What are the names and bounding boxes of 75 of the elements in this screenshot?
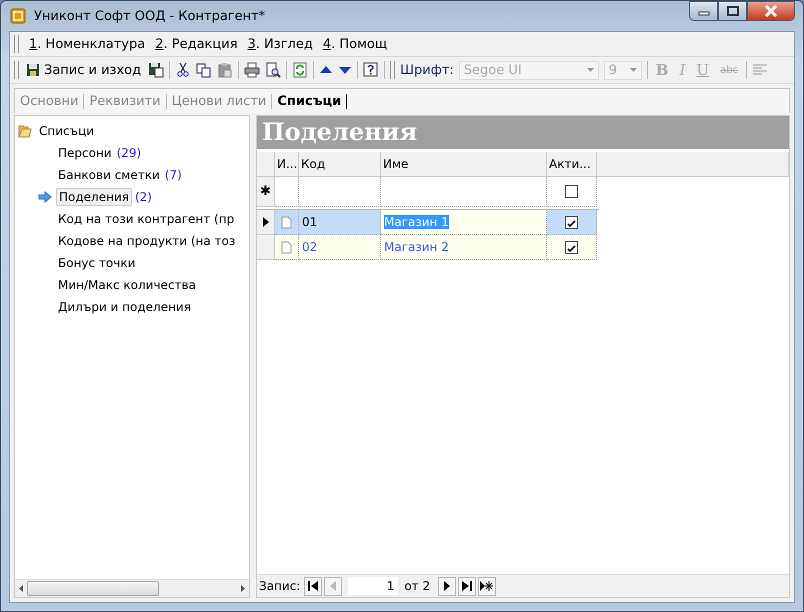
record-number-field[interactable]: 1 <box>348 577 398 595</box>
window-title: Униконт Софт ООД - Контрагент* <box>34 8 266 24</box>
column-header[interactable]: И... <box>275 152 299 177</box>
tree-item[interactable]: Поделения <box>56 188 132 206</box>
arrow-icon <box>38 191 52 203</box>
cell-text: Магазин 2 <box>384 240 449 254</box>
scroll-right-icon[interactable] <box>241 585 245 592</box>
paste-icon[interactable] <box>217 62 234 78</box>
checkmark-icon <box>567 242 576 252</box>
checkbox[interactable] <box>565 240 578 254</box>
save-new-icon[interactable] <box>148 62 164 78</box>
close-button[interactable] <box>747 1 795 21</box>
table-cell <box>275 177 299 207</box>
checkbox[interactable] <box>565 216 578 228</box>
item-count: (7) <box>164 168 182 182</box>
tree-item[interactable]: Мин/Макс количества <box>56 277 198 293</box>
cut-icon[interactable] <box>175 62 192 78</box>
table-cell: 01 <box>299 210 381 235</box>
tree-item[interactable]: Списъци <box>37 123 96 139</box>
section-title: Поделения <box>257 116 789 149</box>
app-icon <box>10 8 26 24</box>
dropdown-arrow-icon <box>630 68 637 72</box>
minimize-button[interactable] <box>689 1 718 21</box>
tree-item[interactable]: Банкови сметки <box>56 167 162 183</box>
checkmark-icon <box>567 218 576 226</box>
close-icon <box>764 5 778 17</box>
tree-item[interactable]: Дилъри и поделения <box>56 299 193 315</box>
item-count: (29) <box>116 146 142 160</box>
row-header[interactable] <box>257 210 275 235</box>
record-count: от 2 <box>404 579 430 593</box>
previous-icon <box>328 581 338 591</box>
menu-item[interactable]: 4. Помощ <box>322 36 388 52</box>
document-icon <box>281 240 292 254</box>
table-cell: 02 <box>299 235 381 260</box>
tree-item[interactable]: Код на този контрагент (пр <box>56 211 236 227</box>
record-label: Запис: <box>259 579 300 593</box>
scrollbar-thumb[interactable] <box>27 581 159 596</box>
document-icon <box>281 216 292 228</box>
item-count: (2) <box>134 190 152 204</box>
last-icon <box>462 581 472 591</box>
next-icon <box>442 581 452 591</box>
column-header[interactable]: Код <box>299 152 381 177</box>
horizontal-scrollbar[interactable] <box>15 579 249 597</box>
tab[interactable]: Списъци <box>272 94 348 108</box>
help-icon[interactable] <box>363 62 380 78</box>
table-row[interactable]: 01 Магазин 1 <box>257 210 789 235</box>
print-preview-icon[interactable] <box>265 62 282 78</box>
dropdown-arrow-icon <box>586 68 594 72</box>
new-record-icon <box>480 581 494 591</box>
menu-item[interactable]: 2. Редакция <box>155 36 238 52</box>
last-record-button[interactable] <box>458 576 476 596</box>
font-label: Шрифт: <box>400 62 454 78</box>
scroll-left-icon[interactable] <box>19 585 23 592</box>
save-exit-button[interactable]: Запис и изход <box>24 62 144 78</box>
print-icon[interactable] <box>244 62 260 78</box>
checkbox[interactable] <box>565 185 578 198</box>
next-record-button[interactable] <box>438 576 456 596</box>
tree-item[interactable]: Кодове на продукти (на тоз <box>56 233 238 249</box>
column-header[interactable]: Акти... <box>547 152 597 177</box>
first-icon <box>308 581 318 591</box>
cell-text: Магазин 1 <box>384 215 449 229</box>
copy-icon[interactable] <box>196 62 212 78</box>
first-record-button[interactable] <box>304 576 322 596</box>
maximize-icon <box>726 6 740 16</box>
new-row-marker: ✱ <box>257 177 275 207</box>
refresh-icon[interactable] <box>292 62 308 78</box>
tree-item[interactable]: Персони <box>56 145 114 161</box>
tree-item[interactable]: Бонус точки <box>56 255 138 271</box>
menu-item[interactable]: 3. Изглед <box>248 36 313 52</box>
column-header[interactable]: Име <box>381 152 547 177</box>
new-record-button[interactable] <box>478 576 496 596</box>
current-row-icon <box>262 217 268 227</box>
menu-item[interactable]: 1. Номенклатура <box>29 36 146 52</box>
maximize-button[interactable] <box>718 1 747 21</box>
table-row[interactable]: 02 Магазин 2 <box>257 235 789 260</box>
